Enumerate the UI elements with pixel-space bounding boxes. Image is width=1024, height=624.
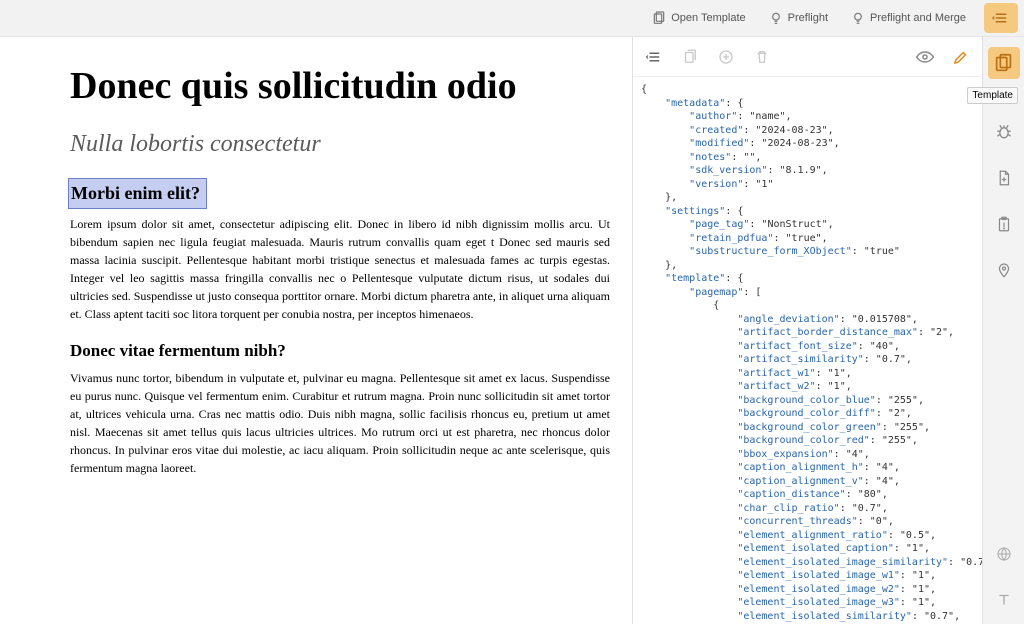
bug-tab[interactable]: [988, 116, 1020, 148]
section1-body: Lorem ipsum dolor sit amet, consectetur …: [70, 215, 610, 323]
config-json-view[interactable]: { "metadata": { "author": "name", "creat…: [633, 77, 982, 624]
text-tab[interactable]: [988, 584, 1020, 616]
menu-toggle-button[interactable]: [984, 3, 1018, 33]
preflight-button[interactable]: Preflight: [760, 6, 836, 30]
section2-heading: Donec vitae fermentum nibh?: [70, 341, 632, 361]
doc-subtitle: Nulla lobortis consectetur: [70, 131, 632, 158]
add-file-tab[interactable]: [988, 162, 1020, 194]
trash-icon[interactable]: [751, 46, 773, 68]
bulb-icon: [850, 10, 866, 26]
section1-heading[interactable]: Morbi enim elit?: [68, 178, 207, 209]
preflight-merge-label: Preflight and Merge: [870, 12, 966, 24]
bulb-icon: [768, 10, 784, 26]
preflight-label: Preflight: [788, 12, 828, 24]
open-template-label: Open Template: [671, 12, 745, 24]
eye-icon[interactable]: [914, 46, 936, 68]
edit-icon[interactable]: [950, 46, 972, 68]
open-template-button[interactable]: Open Template: [643, 6, 753, 30]
open-template-icon: [651, 10, 667, 26]
document-view: Donec quis sollicitudin odio Nulla lobor…: [0, 37, 632, 624]
copy-icon[interactable]: [679, 46, 701, 68]
template-tooltip: Template: [967, 87, 1018, 104]
list-icon[interactable]: [643, 46, 665, 68]
right-sidebar: Template: [982, 37, 1024, 624]
preflight-merge-button[interactable]: Preflight and Merge: [842, 6, 974, 30]
doc-title: Donec quis sollicitudin odio: [70, 67, 632, 107]
section2-body: Vivamus nunc tortor, bibendum in vulputa…: [70, 369, 610, 477]
globe-tab[interactable]: [988, 538, 1020, 570]
template-tab[interactable]: [988, 47, 1020, 79]
clipboard-tab[interactable]: [988, 208, 1020, 240]
pin-tab[interactable]: [988, 254, 1020, 286]
add-icon[interactable]: [715, 46, 737, 68]
config-panel: { "metadata": { "author": "name", "creat…: [632, 37, 982, 624]
